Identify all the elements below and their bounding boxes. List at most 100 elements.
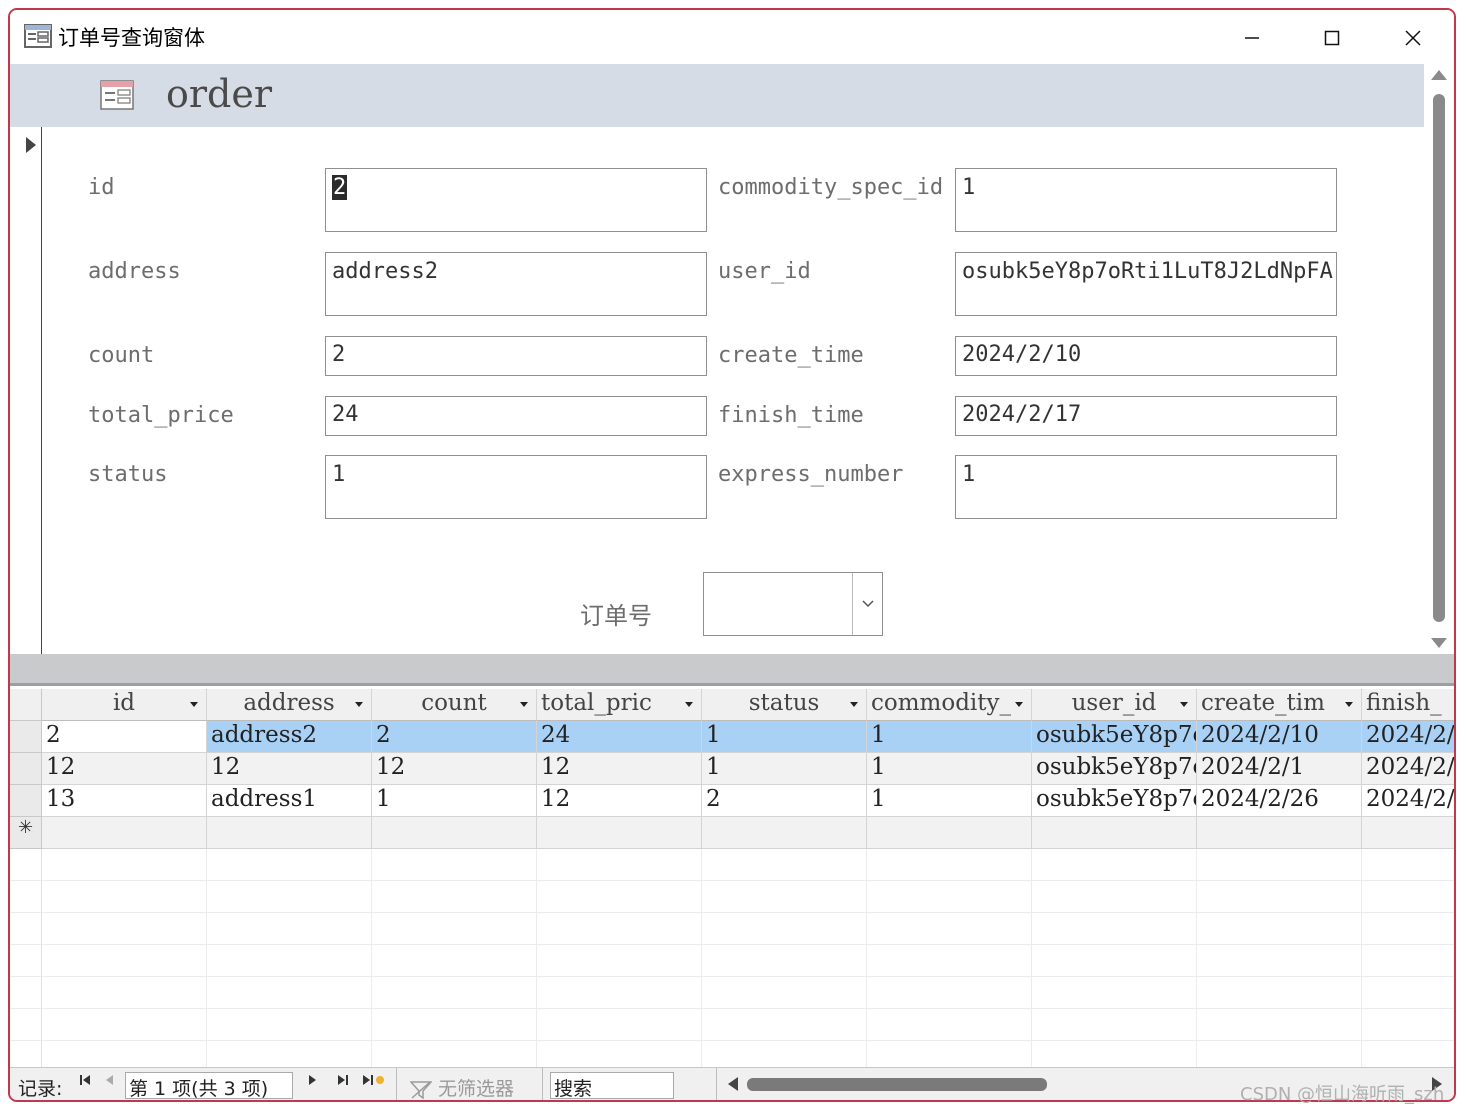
new-cell[interactable] xyxy=(1197,817,1362,849)
column-header-count[interactable]: count xyxy=(372,689,537,721)
cell-address[interactable]: 12 xyxy=(207,753,372,785)
cell-count[interactable]: 1 xyxy=(372,785,537,817)
dropdown-arrow-icon[interactable] xyxy=(190,702,198,707)
cell-total-price[interactable]: 12 xyxy=(537,753,702,785)
new-record-icon xyxy=(363,1075,384,1085)
cell-user-id[interactable]: osubk5eY8p7ol xyxy=(1032,721,1197,753)
cell-id[interactable]: 12 xyxy=(42,753,207,785)
column-header-status[interactable]: status xyxy=(702,689,867,721)
select-all-cell[interactable] xyxy=(10,689,42,721)
field-express-number[interactable]: 1 xyxy=(955,455,1337,519)
close-button[interactable] xyxy=(1383,18,1443,58)
scroll-thumb[interactable] xyxy=(1433,94,1445,622)
field-id[interactable]: 2 xyxy=(325,168,707,232)
field-status[interactable]: 1 xyxy=(325,455,707,519)
column-header-label: finish_ xyxy=(1366,690,1442,716)
column-header-create-time[interactable]: create_tim xyxy=(1197,689,1362,721)
search-input[interactable]: 搜索 xyxy=(550,1072,674,1100)
empty-cell xyxy=(207,1009,372,1041)
new-cell[interactable] xyxy=(537,817,702,849)
scroll-up-icon[interactable] xyxy=(1431,70,1447,80)
cell-address[interactable]: address1 xyxy=(207,785,372,817)
field-create-time[interactable]: 2024/2/10 xyxy=(955,336,1337,376)
cell-total-price[interactable]: 24 xyxy=(537,721,702,753)
field-total-price[interactable]: 24 xyxy=(325,396,707,436)
row-selector[interactable] xyxy=(10,721,42,753)
record-position-field[interactable]: 第 1 项(共 3 项) xyxy=(125,1072,293,1100)
cell-finish-time[interactable]: 2024/2/ xyxy=(1362,753,1454,785)
new-cell[interactable] xyxy=(42,817,207,849)
cell-create-time[interactable]: 2024/2/26 xyxy=(1197,785,1362,817)
dropdown-arrow-icon[interactable] xyxy=(520,702,528,707)
cell-user-id[interactable]: osubk5eY8p7ol xyxy=(1032,753,1197,785)
record-selector[interactable] xyxy=(10,127,42,654)
field-count[interactable]: 2 xyxy=(325,336,707,376)
last-record-button[interactable] xyxy=(332,1074,354,1090)
table-row[interactable]: 2 address2 2 24 1 1 osubk5eY8p7ol 2024/2… xyxy=(10,721,1454,753)
filter-indicator[interactable]: 无筛选器 xyxy=(409,1074,515,1100)
empty-cell xyxy=(1032,881,1197,913)
new-cell[interactable] xyxy=(207,817,372,849)
cell-total-price[interactable]: 12 xyxy=(537,785,702,817)
field-address[interactable]: address2 xyxy=(325,252,707,316)
cell-id[interactable]: 2 xyxy=(42,721,207,753)
column-header-id[interactable]: id xyxy=(42,689,207,721)
cell-id[interactable]: 13 xyxy=(42,785,207,817)
cell-commodity[interactable]: 1 xyxy=(867,785,1032,817)
cell-create-time[interactable]: 2024/2/10 xyxy=(1197,721,1362,753)
row-selector[interactable] xyxy=(10,785,42,817)
new-cell[interactable] xyxy=(1032,817,1197,849)
dropdown-arrow-icon[interactable] xyxy=(850,702,858,707)
cell-count[interactable]: 2 xyxy=(372,721,537,753)
column-header-address[interactable]: address xyxy=(207,689,372,721)
cell-commodity[interactable]: 1 xyxy=(867,721,1032,753)
cell-count[interactable]: 12 xyxy=(372,753,537,785)
split-form-divider[interactable] xyxy=(10,654,1454,686)
table-row[interactable]: 12 12 12 12 1 1 osubk5eY8p7ol 2024/2/1 2… xyxy=(10,753,1454,785)
column-header-total-price[interactable]: total_pric xyxy=(537,689,702,721)
order-number-combobox[interactable] xyxy=(703,572,883,636)
maximize-button[interactable] xyxy=(1302,18,1362,58)
column-header-commodity[interactable]: commodity_ xyxy=(867,689,1032,721)
previous-record-button[interactable] xyxy=(98,1074,120,1090)
cell-create-time[interactable]: 2024/2/1 xyxy=(1197,753,1362,785)
dropdown-arrow-icon[interactable] xyxy=(355,702,363,707)
field-user-id[interactable]: osubk5eY8p7oRti1LuT8J2LdNpFA xyxy=(955,252,1337,316)
column-header-user-id[interactable]: user_id xyxy=(1032,689,1197,721)
cell-commodity[interactable]: 1 xyxy=(867,753,1032,785)
cell-finish-time[interactable]: 2024/2/ xyxy=(1362,785,1454,817)
new-cell[interactable] xyxy=(867,817,1032,849)
combo-dropdown-button[interactable] xyxy=(852,573,882,635)
cell-status[interactable]: 2 xyxy=(702,785,867,817)
row-selector[interactable] xyxy=(10,753,42,785)
field-commodity-spec-id[interactable]: 1 xyxy=(955,168,1337,232)
filter-label: 无筛选器 xyxy=(438,1078,515,1100)
dropdown-arrow-icon[interactable] xyxy=(1180,702,1188,707)
cell-status[interactable]: 1 xyxy=(702,721,867,753)
nav-divider xyxy=(542,1068,543,1100)
next-record-button[interactable] xyxy=(302,1074,324,1090)
empty-cell xyxy=(372,849,537,881)
table-row[interactable]: 13 address1 1 12 2 1 osubk5eY8p7ol 2024/… xyxy=(10,785,1454,817)
new-cell[interactable] xyxy=(1362,817,1454,849)
dropdown-arrow-icon[interactable] xyxy=(1015,702,1023,707)
cell-status[interactable]: 1 xyxy=(702,753,867,785)
cell-user-id[interactable]: osubk5eY8p7ol xyxy=(1032,785,1197,817)
first-record-button[interactable] xyxy=(74,1074,96,1090)
scroll-left-icon[interactable] xyxy=(728,1077,738,1091)
minimize-button[interactable] xyxy=(1222,18,1282,58)
column-header-finish[interactable]: finish_ xyxy=(1362,689,1454,721)
new-cell[interactable] xyxy=(372,817,537,849)
horizontal-scroll-thumb[interactable] xyxy=(747,1078,1047,1091)
field-finish-time[interactable]: 2024/2/17 xyxy=(955,396,1337,436)
dropdown-arrow-icon[interactable] xyxy=(1345,702,1353,707)
new-cell[interactable] xyxy=(702,817,867,849)
new-record-button[interactable] xyxy=(362,1074,384,1090)
cell-address[interactable]: address2 xyxy=(207,721,372,753)
dropdown-arrow-icon[interactable] xyxy=(685,702,693,707)
form-title: order xyxy=(166,72,273,116)
scroll-down-icon[interactable] xyxy=(1431,638,1447,648)
cell-finish-time[interactable]: 2024/2/ xyxy=(1362,721,1454,753)
vertical-scrollbar[interactable] xyxy=(1424,64,1454,654)
new-record-row[interactable]: ✳ xyxy=(10,817,1454,849)
